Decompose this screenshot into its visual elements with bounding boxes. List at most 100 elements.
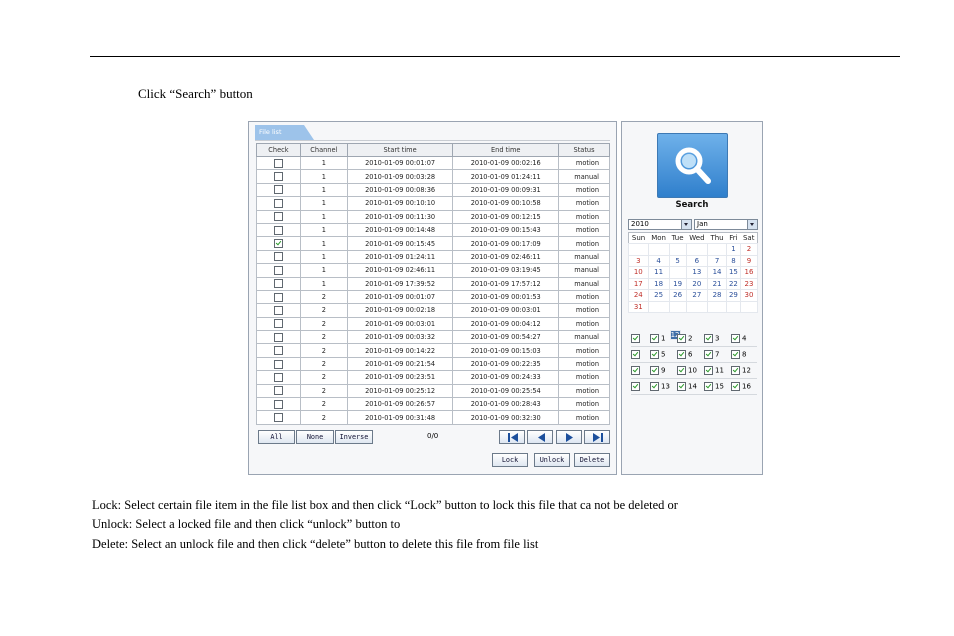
table-row[interactable]: 2 2010-01-09 00:01:07 2010-01-09 00:01:53 m… bbox=[256, 289, 610, 305]
channel-checkbox[interactable] bbox=[677, 350, 686, 359]
row-checkbox[interactable] bbox=[273, 346, 283, 356]
channel-checkbox[interactable] bbox=[731, 334, 740, 343]
channel-checkbox[interactable] bbox=[677, 334, 686, 343]
calendar-day[interactable]: 7 bbox=[707, 254, 727, 267]
next-page-icon[interactable] bbox=[556, 430, 582, 444]
table-row[interactable]: 2 2010-01-09 00:25:12 2010-01-09 00:25:54 m… bbox=[256, 383, 610, 399]
channel-checkbox[interactable] bbox=[650, 366, 659, 375]
inverse-button[interactable]: Inverse bbox=[335, 430, 373, 444]
channel-item[interactable]: 8 bbox=[731, 350, 746, 359]
none-button[interactable]: None bbox=[296, 430, 334, 444]
channel-item[interactable]: 9 bbox=[650, 366, 665, 375]
channel-item[interactable]: 2 bbox=[677, 334, 692, 343]
calendar-day[interactable]: 10 bbox=[628, 266, 649, 279]
table-row[interactable]: 2 2010-01-09 00:02:18 2010-01-09 00:03:01 m… bbox=[256, 303, 610, 318]
table-row[interactable]: 1 2010-01-09 00:14:48 2010-01-09 00:15:43 m… bbox=[256, 222, 610, 238]
row-checkbox[interactable] bbox=[273, 158, 283, 168]
channel-row-toggle[interactable] bbox=[631, 382, 642, 391]
year-select[interactable]: 2010 bbox=[628, 219, 692, 230]
row-select-checkbox[interactable] bbox=[631, 334, 640, 343]
calendar-day[interactable]: 24 bbox=[628, 289, 649, 302]
row-checkbox[interactable] bbox=[273, 212, 283, 222]
channel-checkbox[interactable] bbox=[704, 350, 713, 359]
calendar-day[interactable]: 15 bbox=[725, 266, 741, 279]
tab-file-list[interactable]: File list bbox=[255, 125, 313, 140]
table-row[interactable]: 1 2010-01-09 01:24:11 2010-01-09 02:46:11 m… bbox=[256, 249, 610, 265]
table-row[interactable]: 2 2010-01-09 00:03:32 2010-01-09 00:54:27 m… bbox=[256, 330, 610, 345]
row-checkbox[interactable] bbox=[273, 292, 283, 302]
calendar-day[interactable]: 31 bbox=[628, 300, 649, 313]
calendar-day[interactable]: 5 bbox=[668, 254, 687, 267]
channel-item[interactable]: 14 bbox=[677, 382, 697, 391]
table-row[interactable]: 1 2010-01-09 00:01:07 2010-01-09 00:02:16 m… bbox=[256, 155, 610, 171]
unlock-button[interactable]: Unlock bbox=[534, 453, 570, 467]
first-page-icon[interactable] bbox=[499, 430, 525, 444]
channel-item[interactable]: 5 bbox=[650, 350, 665, 359]
calendar-day[interactable]: 18 bbox=[647, 277, 670, 290]
channel-checkbox[interactable] bbox=[731, 366, 740, 375]
table-row[interactable]: 2 2010-01-09 00:14:22 2010-01-09 00:15:03 m… bbox=[256, 343, 610, 358]
row-checkbox[interactable] bbox=[273, 185, 283, 195]
calendar-day[interactable]: 25 bbox=[647, 289, 670, 302]
channel-checkbox[interactable] bbox=[704, 366, 713, 375]
row-checkbox[interactable] bbox=[273, 319, 283, 329]
channel-item[interactable]: 15 bbox=[704, 382, 724, 391]
search-button[interactable] bbox=[657, 133, 728, 198]
month-select[interactable]: Jan bbox=[694, 219, 758, 230]
row-checkbox[interactable] bbox=[273, 172, 283, 182]
all-button[interactable]: All bbox=[258, 430, 295, 444]
channel-checkbox[interactable] bbox=[731, 382, 740, 391]
channel-item[interactable]: 11 bbox=[704, 366, 724, 375]
table-row[interactable]: 1 2010-01-09 17:39:52 2010-01-09 17:57:12 m… bbox=[256, 276, 610, 291]
calendar-day[interactable]: 19 bbox=[668, 277, 687, 290]
row-checkbox[interactable] bbox=[273, 332, 283, 342]
calendar-day[interactable]: 1 bbox=[725, 243, 741, 256]
calendar-day[interactable]: 29 bbox=[725, 289, 741, 302]
channel-item[interactable]: 12 bbox=[731, 366, 751, 375]
row-checkbox[interactable] bbox=[273, 239, 283, 249]
calendar-day[interactable]: 9 bbox=[739, 254, 759, 267]
calendar-day[interactable]: 20 bbox=[685, 277, 709, 290]
row-checkbox[interactable] bbox=[273, 225, 283, 235]
row-select-checkbox[interactable] bbox=[631, 382, 640, 391]
calendar-day[interactable]: 21 bbox=[707, 277, 727, 290]
row-checkbox[interactable] bbox=[273, 399, 283, 409]
row-checkbox[interactable] bbox=[273, 386, 283, 396]
calendar-day[interactable]: 22 bbox=[725, 277, 741, 290]
calendar-day[interactable]: 4 bbox=[647, 254, 670, 267]
row-checkbox[interactable] bbox=[273, 359, 283, 369]
calendar-day[interactable]: 6 bbox=[685, 254, 709, 267]
delete-button[interactable]: Delete bbox=[574, 453, 610, 467]
channel-item[interactable]: 7 bbox=[704, 350, 719, 359]
table-row[interactable]: 1 2010-01-09 00:15:45 2010-01-09 00:17:09 m… bbox=[256, 236, 610, 251]
row-select-checkbox[interactable] bbox=[631, 366, 640, 375]
calendar-day[interactable]: 8 bbox=[725, 254, 741, 267]
lock-button[interactable]: Lock bbox=[492, 453, 528, 467]
channel-checkbox[interactable] bbox=[704, 382, 713, 391]
calendar-day[interactable]: 14 bbox=[707, 266, 727, 279]
channel-item[interactable]: 10 bbox=[677, 366, 697, 375]
table-row[interactable]: 2 2010-01-09 00:26:57 2010-01-09 00:28:43 m… bbox=[256, 397, 610, 412]
row-checkbox[interactable] bbox=[273, 265, 283, 275]
table-row[interactable]: 2 2010-01-09 00:31:48 2010-01-09 00:32:30 m… bbox=[256, 410, 610, 425]
channel-checkbox[interactable] bbox=[650, 334, 659, 343]
calendar-day[interactable]: 30 bbox=[739, 289, 759, 302]
table-row[interactable]: 1 2010-01-09 02:46:11 2010-01-09 03:19:45 m… bbox=[256, 263, 610, 278]
row-select-checkbox[interactable] bbox=[631, 350, 640, 359]
row-checkbox[interactable] bbox=[273, 372, 283, 382]
channel-row-toggle[interactable] bbox=[631, 334, 642, 343]
table-row[interactable]: 1 2010-01-09 00:11:30 2010-01-09 00:12:15 m… bbox=[256, 209, 610, 224]
channel-checkbox[interactable] bbox=[650, 350, 659, 359]
channel-checkbox[interactable] bbox=[677, 366, 686, 375]
table-row[interactable]: 1 2010-01-09 00:03:28 2010-01-09 01:24:11 m… bbox=[256, 169, 610, 184]
calendar-day[interactable]: 3 bbox=[628, 254, 649, 267]
table-row[interactable]: 1 2010-01-09 00:10:10 2010-01-09 00:10:58 m… bbox=[256, 196, 610, 211]
channel-item[interactable]: 4 bbox=[731, 334, 746, 343]
channel-checkbox[interactable] bbox=[704, 334, 713, 343]
channel-item[interactable]: 3 bbox=[704, 334, 719, 343]
channel-item[interactable]: 16 bbox=[731, 382, 751, 391]
channel-checkbox[interactable] bbox=[650, 382, 659, 391]
prev-page-icon[interactable] bbox=[527, 430, 553, 444]
calendar-day[interactable]: 13 bbox=[685, 266, 709, 279]
table-row[interactable]: 2 2010-01-09 00:03:01 2010-01-09 00:04:12 m… bbox=[256, 316, 610, 332]
